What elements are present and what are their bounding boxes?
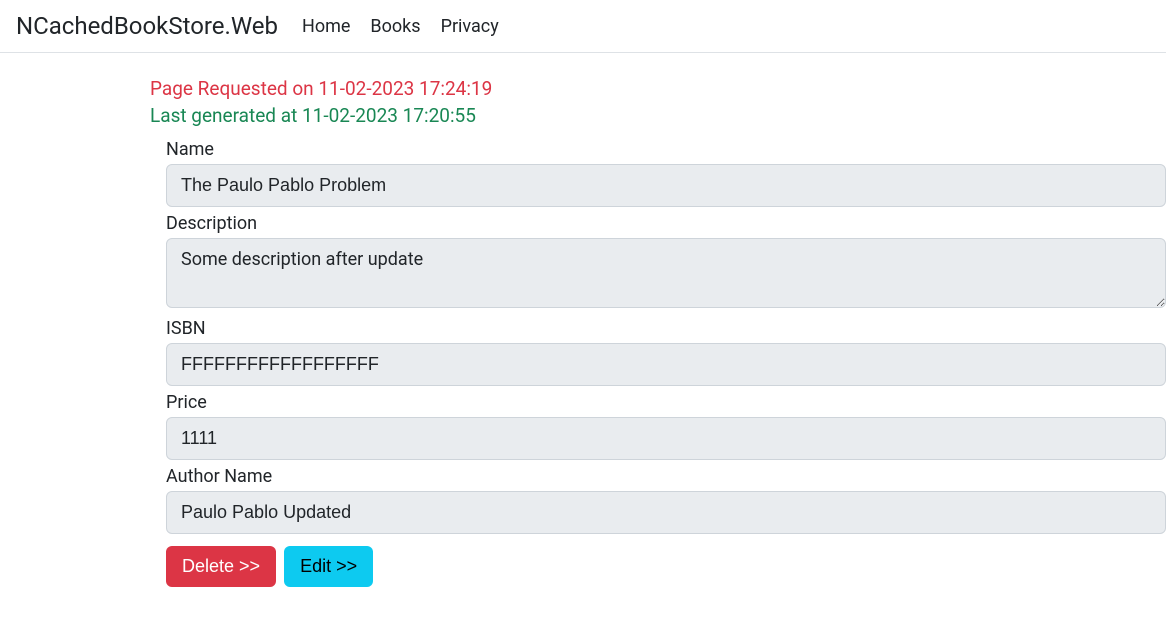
last-generated-status: Last generated at 11-02-2023 17:20:55: [150, 104, 1166, 127]
main-container: Page Requested on 11-02-2023 17:24:19 La…: [0, 53, 1166, 587]
nav-home[interactable]: Home: [302, 16, 350, 37]
author-input[interactable]: [166, 491, 1166, 534]
name-input[interactable]: [166, 164, 1166, 207]
name-label: Name: [166, 139, 1166, 160]
isbn-input[interactable]: [166, 343, 1166, 386]
delete-button[interactable]: Delete >>: [166, 546, 276, 587]
nav-privacy[interactable]: Privacy: [441, 16, 499, 37]
book-form: Name Description Some description after …: [150, 139, 1166, 587]
button-row: Delete >> Edit >>: [166, 546, 1166, 587]
brand-link[interactable]: NCachedBookStore.Web: [16, 12, 278, 40]
description-label: Description: [166, 213, 1166, 234]
price-input[interactable]: [166, 417, 1166, 460]
description-input[interactable]: Some description after update: [166, 238, 1166, 308]
page-requested-status: Page Requested on 11-02-2023 17:24:19: [150, 77, 1166, 100]
edit-button[interactable]: Edit >>: [284, 546, 373, 587]
navbar: NCachedBookStore.Web Home Books Privacy: [0, 0, 1166, 53]
isbn-label: ISBN: [166, 318, 1166, 339]
author-label: Author Name: [166, 466, 1166, 487]
price-label: Price: [166, 392, 1166, 413]
nav-books[interactable]: Books: [370, 16, 420, 37]
